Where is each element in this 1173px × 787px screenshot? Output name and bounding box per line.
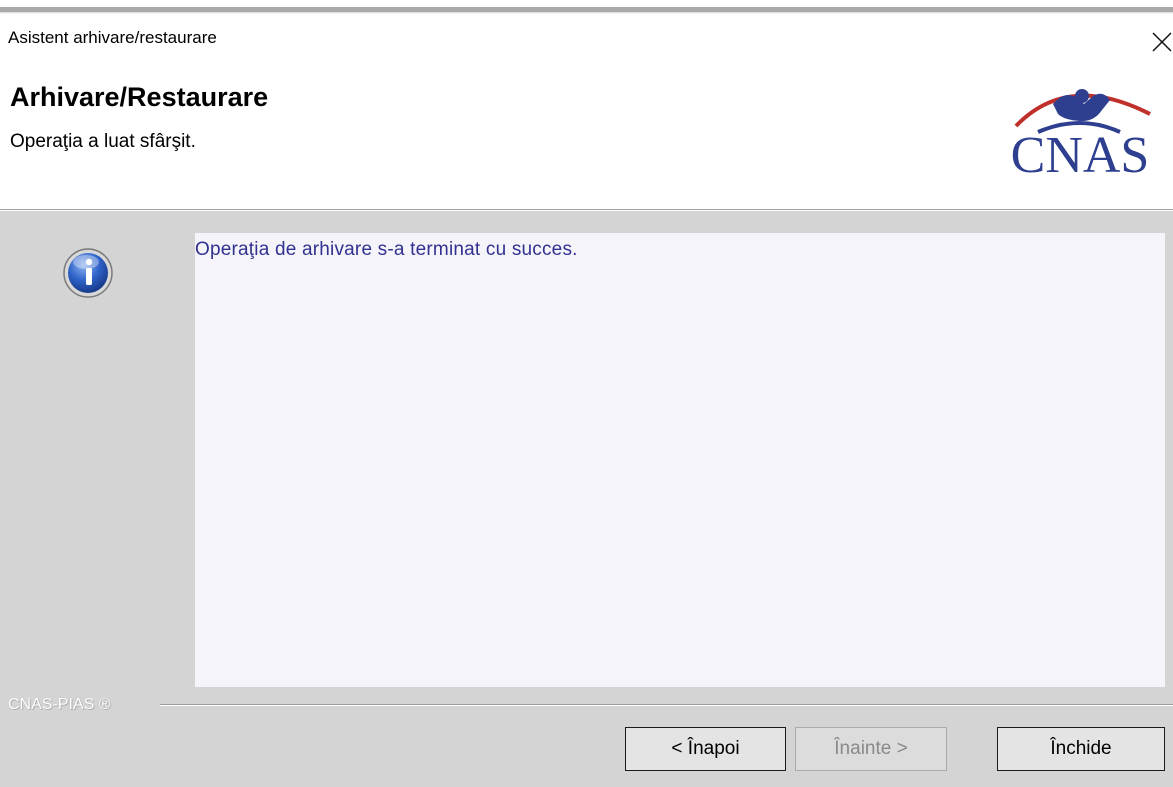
next-button[interactable]: Înainte > [795,727,947,771]
cnas-logo: CNAS [998,74,1162,194]
close-button[interactable]: Închide [997,727,1165,771]
title-bar: Asistent arhivare/restaurare [0,14,1173,64]
footer-brand-label: CNAS-PIAS ® [8,696,111,713]
wizard-header: Arhivare/Restaurare Operaţia a luat sfâr… [0,64,1173,209]
message-panel: Operaţia de arhivare s-a terminat cu suc… [195,233,1165,687]
close-icon[interactable] [1140,20,1173,60]
page-title: Arhivare/Restaurare [10,82,269,112]
cnas-logo-text: CNAS [1010,127,1150,184]
footer-divider [160,704,1173,706]
result-message: Operaţia de arhivare s-a terminat cu suc… [195,239,578,260]
back-button[interactable]: < Înapoi [625,727,786,771]
page-subtitle: Operaţia a luat sfârşit. [10,131,196,152]
window-title: Asistent arhivare/restaurare [8,28,217,47]
info-icon [62,247,114,299]
window-top-border [0,0,1173,14]
wizard-body: Operaţia de arhivare s-a terminat cu suc… [0,211,1173,787]
